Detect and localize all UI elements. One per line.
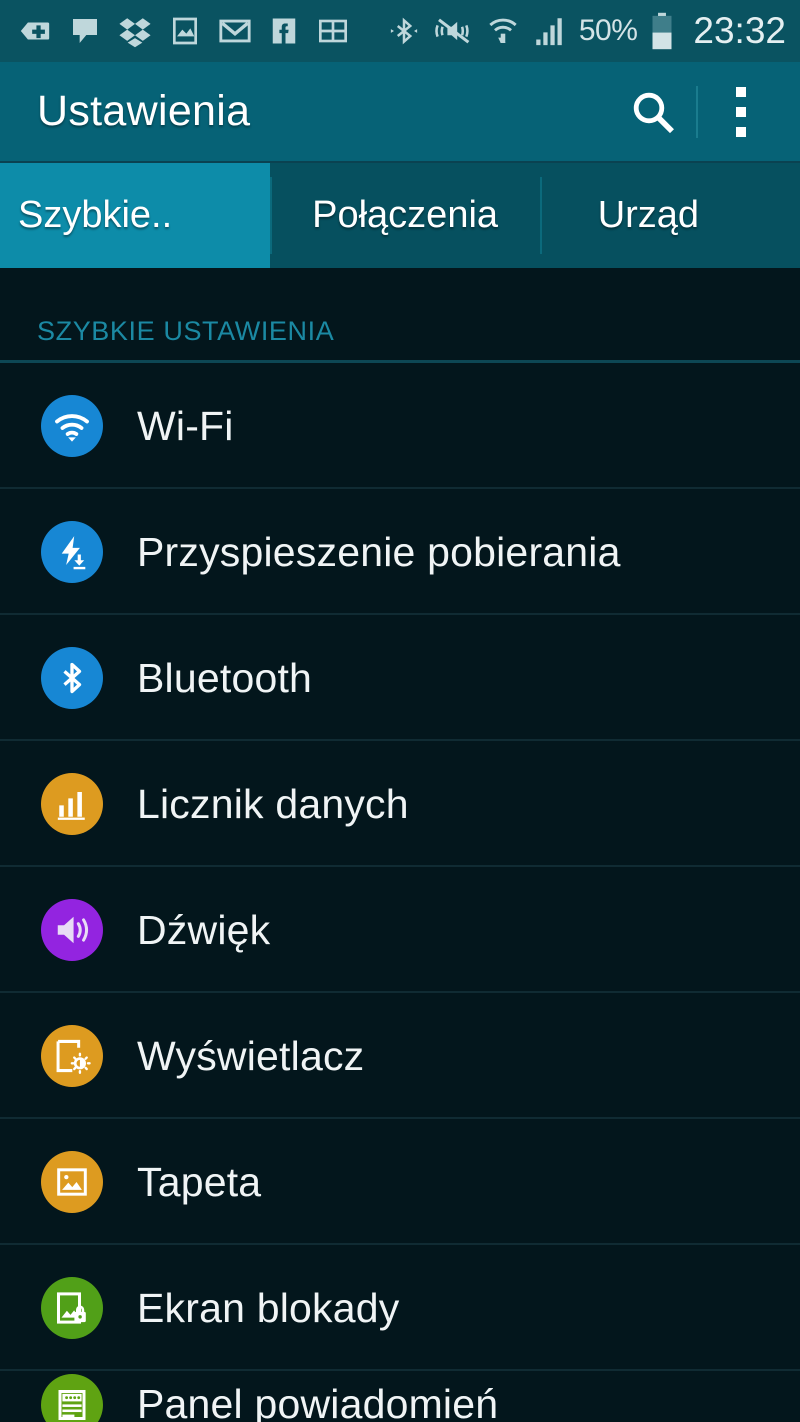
bluetooth-icon — [41, 647, 103, 709]
speech-bubble-icon — [73, 19, 97, 43]
tab-polaczenia[interactable]: Połączenia — [270, 163, 539, 268]
list-item-label: Bluetooth — [137, 654, 313, 701]
tab-szybkie[interactable]: Szybkie.. — [0, 163, 271, 268]
sound-icon — [41, 899, 103, 961]
data-usage-icon — [41, 773, 103, 835]
vibrate-mute-icon — [435, 18, 470, 44]
list-item[interactable]: Dźwięk — [0, 867, 800, 993]
action-bar: Ustawienia — [0, 62, 800, 161]
page-title: Ustawienia — [37, 87, 251, 135]
search-icon — [633, 92, 674, 133]
calendar-grid-icon — [319, 19, 347, 43]
list-item-label: Wi-Fi — [137, 402, 234, 449]
tab-label: Urząd — [597, 194, 700, 236]
clock-label: 23:32 — [693, 10, 786, 51]
lock-screen-icon — [41, 1277, 103, 1339]
settings-list: SZYBKIE USTAWIENIA Wi-Fi Przyspieszenie … — [0, 268, 800, 1422]
search-button[interactable] — [610, 62, 696, 161]
tab-label: Szybkie.. — [18, 194, 173, 236]
battery-half-icon — [652, 12, 672, 50]
list-item[interactable]: Licznik danych — [0, 741, 800, 867]
list-item[interactable]: Tapeta — [0, 1119, 800, 1245]
list-item-label: Licznik danych — [137, 780, 409, 827]
gmail-icon — [219, 19, 251, 43]
list-item[interactable]: Wi-Fi — [0, 363, 800, 489]
overflow-menu-icon — [736, 86, 746, 137]
download-boost-icon — [41, 521, 103, 583]
wallpaper-icon — [41, 1151, 103, 1213]
tab-label: Połączenia — [312, 194, 499, 236]
display-icon — [41, 1025, 103, 1087]
wifi-transfer-icon — [489, 18, 517, 43]
action-bar-buttons — [610, 62, 800, 161]
list-item[interactable]: Wyświetlacz — [0, 993, 800, 1119]
list-item-label: Dźwięk — [137, 906, 271, 953]
facebook-icon — [272, 18, 296, 44]
wifi-icon — [41, 395, 103, 457]
section-header-label: SZYBKIE USTAWIENIA — [37, 316, 335, 346]
battery-percent-label: 50% — [578, 14, 638, 47]
tab-bar: Szybkie.. Połączenia Urząd — [0, 161, 800, 268]
bluetooth-icon — [390, 17, 417, 45]
tab-urzadzenie[interactable]: Urząd — [539, 163, 800, 268]
list-item-label: Przyspieszenie pobierania — [137, 528, 621, 575]
section-header: SZYBKIE USTAWIENIA — [0, 268, 800, 363]
list-item[interactable]: Ekran blokady — [0, 1245, 800, 1371]
list-item[interactable]: Bluetooth — [0, 615, 800, 741]
notification-panel-icon — [41, 1373, 103, 1422]
status-bar: 50% 23:32 — [0, 0, 800, 62]
list-item[interactable]: Przyspieszenie pobierania — [0, 489, 800, 615]
list-item[interactable]: Panel powiadomień — [0, 1371, 800, 1422]
list-item-label: Tapeta — [137, 1158, 262, 1205]
status-bar-notification-icons — [18, 14, 350, 48]
photo-app-icon — [173, 17, 197, 45]
messenger-plus-icon — [20, 22, 50, 40]
dropbox-icon — [119, 18, 151, 48]
status-bar-system-icons: 50% 23:32 — [389, 10, 786, 52]
list-item-label: Wyświetlacz — [137, 1032, 365, 1079]
cellular-signal-icon — [536, 18, 562, 46]
settings-screen: 50% 23:32 Ustawienia Szybkie.. Połączeni… — [0, 0, 800, 1422]
overflow-menu-button[interactable] — [698, 62, 784, 161]
list-item-label: Panel powiadomień — [137, 1381, 499, 1422]
list-item-label: Ekran blokady — [137, 1284, 400, 1331]
